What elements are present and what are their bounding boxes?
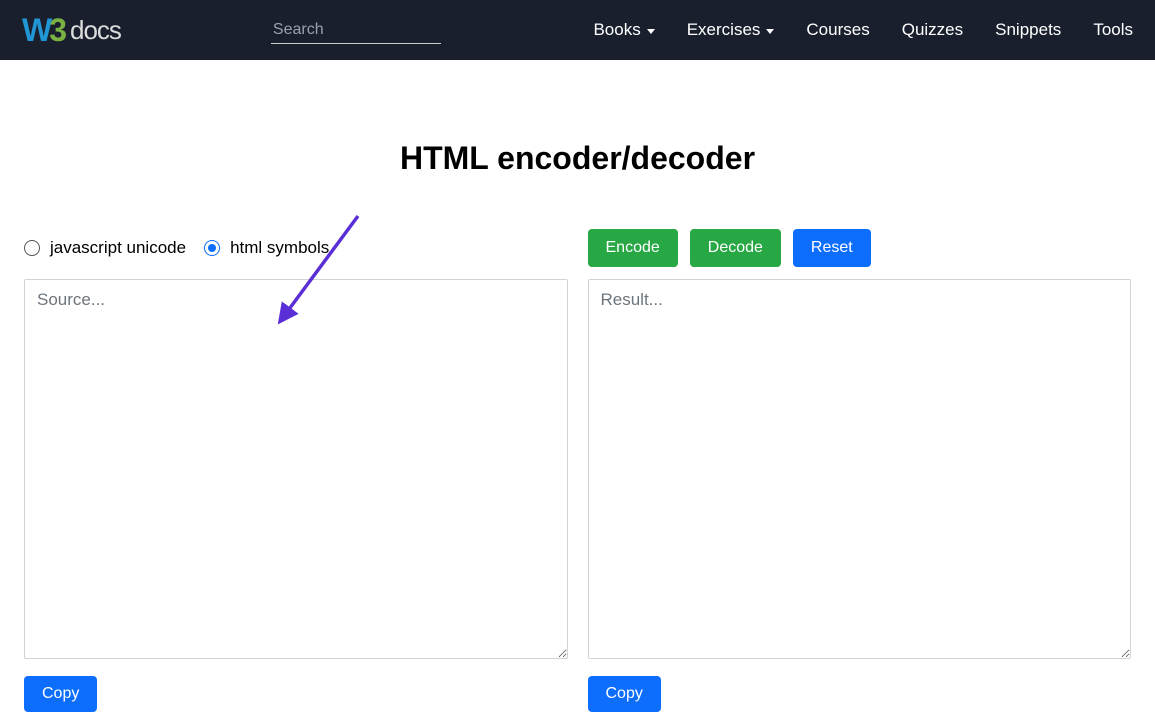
encode-button[interactable]: Encode xyxy=(588,229,678,267)
logo-w: W xyxy=(22,12,51,49)
source-wrap xyxy=(24,279,568,664)
copy-result-button[interactable]: Copy xyxy=(588,676,661,712)
radio-group: javascript unicode html symbols xyxy=(24,229,568,267)
logo-docs: docs xyxy=(70,15,121,46)
radio-html-symbols-label: html symbols xyxy=(230,238,329,258)
nav-books[interactable]: Books xyxy=(593,20,654,40)
reset-button[interactable]: Reset xyxy=(793,229,871,267)
nav-exercises[interactable]: Exercises xyxy=(687,20,775,40)
left-column: javascript unicode html symbols Copy xyxy=(24,229,568,712)
radio-html-symbols[interactable]: html symbols xyxy=(204,238,329,258)
nav-links: Books Exercises Courses Quizzes Snippets… xyxy=(593,20,1133,40)
source-textarea[interactable] xyxy=(24,279,568,659)
nav-books-label: Books xyxy=(593,20,640,40)
result-wrap xyxy=(588,279,1132,664)
action-button-row: Encode Decode Reset xyxy=(588,229,1132,267)
page: HTML encoder/decoder javascript unicode … xyxy=(0,140,1155,712)
copy-source-button[interactable]: Copy xyxy=(24,676,97,712)
right-column: Encode Decode Reset Copy xyxy=(588,229,1132,712)
chevron-down-icon xyxy=(766,29,774,34)
radio-js-unicode-label: javascript unicode xyxy=(50,238,186,258)
nav-snippets[interactable]: Snippets xyxy=(995,20,1061,40)
nav-quizzes[interactable]: Quizzes xyxy=(902,20,963,40)
chevron-down-icon xyxy=(647,29,655,34)
navbar: W 3 docs Books Exercises Courses Quizzes… xyxy=(0,0,1155,60)
nav-tools-label: Tools xyxy=(1093,20,1133,40)
nav-tools[interactable]: Tools xyxy=(1093,20,1133,40)
search-wrap xyxy=(271,17,441,44)
result-textarea[interactable] xyxy=(588,279,1132,659)
nav-quizzes-label: Quizzes xyxy=(902,20,963,40)
radio-icon xyxy=(24,240,40,256)
logo-three: 3 xyxy=(49,12,66,49)
nav-exercises-label: Exercises xyxy=(687,20,761,40)
radio-icon-checked xyxy=(204,240,220,256)
logo[interactable]: W 3 docs xyxy=(22,12,121,49)
nav-courses-label: Courses xyxy=(806,20,869,40)
search-input[interactable] xyxy=(271,17,441,44)
page-title: HTML encoder/decoder xyxy=(24,140,1131,177)
nav-snippets-label: Snippets xyxy=(995,20,1061,40)
nav-courses[interactable]: Courses xyxy=(806,20,869,40)
radio-js-unicode[interactable]: javascript unicode xyxy=(24,238,186,258)
decode-button[interactable]: Decode xyxy=(690,229,781,267)
controls-row: javascript unicode html symbols Copy Enc… xyxy=(24,229,1131,712)
